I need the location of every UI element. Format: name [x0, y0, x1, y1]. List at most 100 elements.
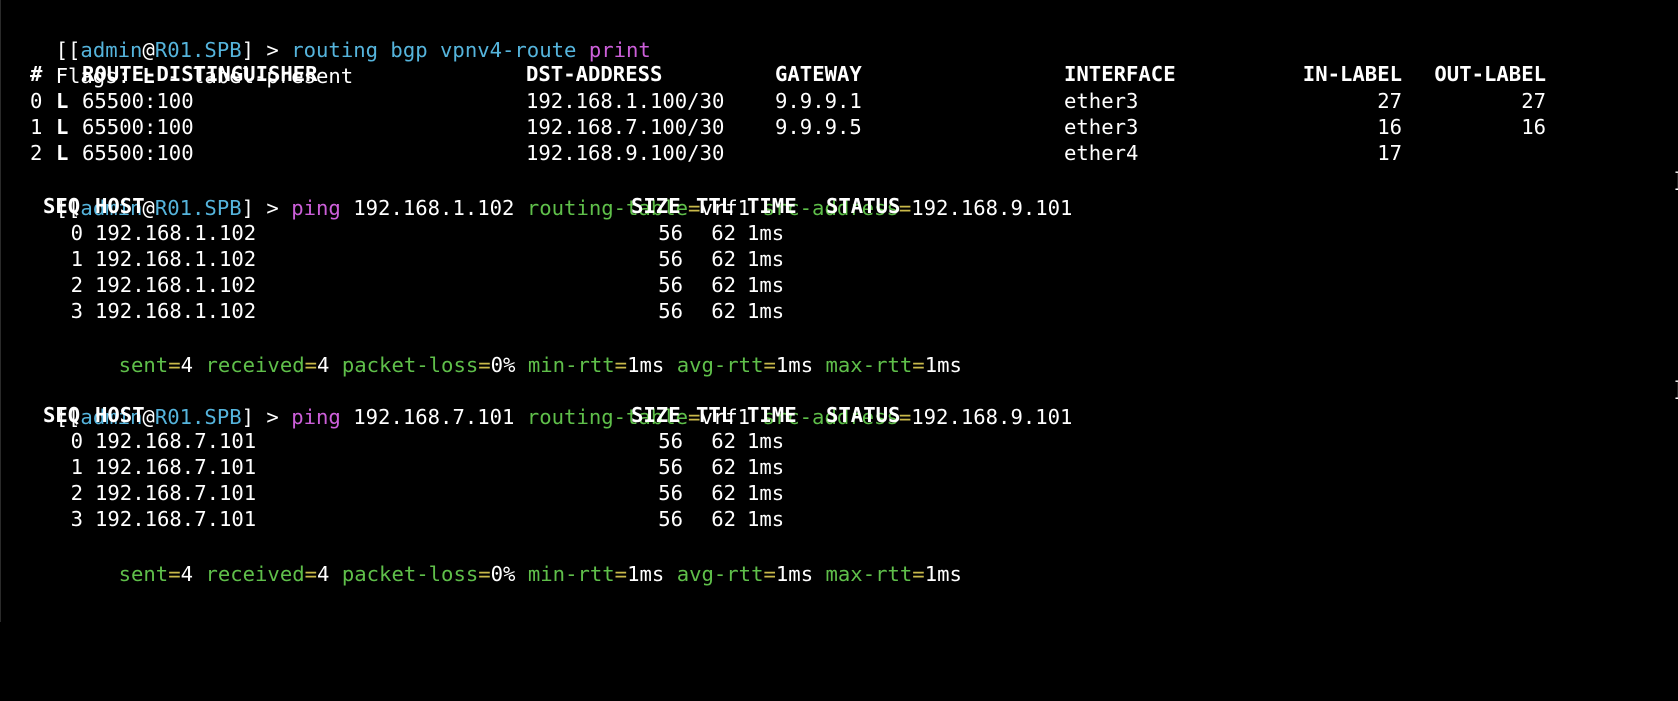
- header-in-label: IN-LABEL: [1302, 62, 1402, 86]
- summary-equals: =: [478, 562, 491, 586]
- summary-avg-key: avg-rtt: [676, 353, 764, 377]
- summary-min-value: 1ms: [627, 562, 665, 586]
- summary-min-value: 1ms: [627, 353, 665, 377]
- ping-2-summary: sent=4 received=4 packet-loss=0% min-rtt…: [69, 532, 962, 586]
- summary-max-key: max-rtt: [825, 353, 913, 377]
- ping-seq: 0: [70, 221, 83, 245]
- prompt-line-route-print: [[admin@R01.SPB] > routing bgp vpnv4-rou…: [6, 8, 651, 62]
- ping-size: 56: [658, 429, 683, 453]
- summary-equals: =: [912, 353, 925, 377]
- summary-equals: =: [614, 353, 628, 377]
- summary-equals: =: [168, 562, 181, 586]
- ping-host: 192.168.7.101: [95, 455, 257, 479]
- header-size: SIZE: [631, 403, 681, 427]
- ping-ttl: 62: [711, 455, 736, 479]
- ping-row: 0 192.168.7.101 56 62 1ms: [6, 427, 1006, 455]
- ping-host: 192.168.1.102: [95, 273, 257, 297]
- header-gateway: GATEWAY: [775, 62, 862, 86]
- summary-equals: =: [478, 353, 491, 377]
- ping-row: 3 192.168.1.102 56 62 1ms: [6, 297, 1006, 325]
- ping-host: 192.168.1.102: [95, 247, 257, 271]
- summary-sent-key: sent: [118, 353, 169, 377]
- route-flag: L: [56, 115, 69, 139]
- header-interface: INTERFACE: [1064, 62, 1176, 86]
- command-print: print: [588, 38, 651, 62]
- ping-ttl: 62: [711, 247, 736, 271]
- ping-row: 3 192.168.7.101 56 62 1ms: [6, 505, 1006, 533]
- route-rd: 65500:100: [82, 141, 194, 165]
- ping-row: 2 192.168.1.102 56 62 1ms: [6, 271, 1006, 299]
- ping-time: 1ms: [747, 247, 785, 271]
- ping-seq: 1: [70, 455, 83, 479]
- summary-equals: =: [304, 562, 318, 586]
- summary-max-key: max-rtt: [825, 562, 913, 586]
- ping-ttl: 62: [711, 429, 736, 453]
- prompt-end-bracket: ]: [1672, 375, 1678, 403]
- ping-time: 1ms: [747, 221, 785, 245]
- ping-host: 192.168.1.102: [95, 221, 257, 245]
- terminal-left-edge: [0, 0, 1, 622]
- summary-equals: =: [912, 562, 925, 586]
- route-flag: L: [56, 89, 69, 113]
- ping-seq: 3: [70, 299, 83, 323]
- summary-equals: =: [304, 353, 318, 377]
- route-table-header: # ROUTE-DISTINGUISHER DST-ADDRESS GATEWA…: [6, 60, 1666, 88]
- header-dst-address: DST-ADDRESS: [526, 62, 663, 86]
- header-route-distinguisher: ROUTE-DISTINGUISHER: [82, 62, 318, 86]
- route-gateway: 9.9.9.5: [775, 115, 862, 139]
- route-in-label: 16: [1377, 115, 1402, 139]
- ping-ttl: 62: [711, 299, 736, 323]
- header-time: TIME: [747, 403, 797, 427]
- header-host: HOST: [95, 194, 145, 218]
- route-row: 0 L 65500:100 192.168.1.100/30 9.9.9.1 e…: [6, 87, 1666, 115]
- summary-equals: =: [614, 562, 628, 586]
- route-rd: 65500:100: [82, 89, 194, 113]
- terminal-window[interactable]: [[admin@R01.SPB] > routing bgp vpnv4-rou…: [0, 0, 1678, 622]
- header-ttl: TTL: [696, 194, 734, 218]
- route-out-label: 16: [1521, 115, 1546, 139]
- summary-received-value: 4: [317, 353, 330, 377]
- ping-size: 56: [658, 481, 683, 505]
- route-gateway: 9.9.9.1: [775, 89, 862, 113]
- ping-host: 192.168.7.101: [95, 481, 257, 505]
- ping-host: 192.168.7.101: [95, 507, 257, 531]
- summary-avg-value: 1ms: [775, 562, 814, 586]
- ping-1-summary: sent=4 received=4 packet-loss=0% min-rtt…: [69, 323, 962, 377]
- ping-seq: 2: [70, 273, 83, 297]
- prompt-end-bracket: ]: [1672, 166, 1678, 194]
- ping-seq: 1: [70, 247, 83, 271]
- summary-loss-value: 0%: [490, 562, 516, 586]
- ping-size: 56: [658, 247, 683, 271]
- ping-ttl: 62: [711, 507, 736, 531]
- summary-avg-key: avg-rtt: [676, 562, 764, 586]
- ping-time: 1ms: [747, 507, 785, 531]
- ping-ttl: 62: [711, 481, 736, 505]
- summary-loss-key: packet-loss: [341, 562, 479, 586]
- summary-max-value: 1ms: [924, 562, 962, 586]
- summary-received-key: received: [205, 562, 305, 586]
- route-interface: ether3: [1064, 115, 1139, 139]
- ping-time: 1ms: [747, 455, 785, 479]
- ping-time: 1ms: [747, 429, 785, 453]
- summary-equals: =: [763, 562, 776, 586]
- route-row: 2 L 65500:100 192.168.9.100/30 ether4 17: [6, 139, 1666, 167]
- ping-row: 2 192.168.7.101 56 62 1ms: [6, 479, 1006, 507]
- route-out-label: 27: [1521, 89, 1546, 113]
- summary-loss-key: packet-loss: [341, 353, 479, 377]
- route-rd: 65500:100: [82, 115, 194, 139]
- summary-equals: =: [763, 353, 776, 377]
- header-seq: SEQ: [43, 403, 81, 427]
- header-status: STATUS: [826, 194, 901, 218]
- header-host: HOST: [95, 403, 145, 427]
- header-seq: SEQ: [43, 194, 81, 218]
- summary-sent-key: sent: [118, 562, 169, 586]
- route-num: 1: [30, 115, 43, 139]
- header-num: #: [30, 62, 43, 86]
- ping-size: 56: [658, 507, 683, 531]
- ping-size: 56: [658, 273, 683, 297]
- ping-seq: 3: [70, 507, 83, 531]
- ping-row: 1 192.168.1.102 56 62 1ms: [6, 245, 1006, 273]
- ping-time: 1ms: [747, 299, 785, 323]
- summary-sent-value: 4: [180, 562, 194, 586]
- route-dst: 192.168.9.100/30: [526, 141, 725, 165]
